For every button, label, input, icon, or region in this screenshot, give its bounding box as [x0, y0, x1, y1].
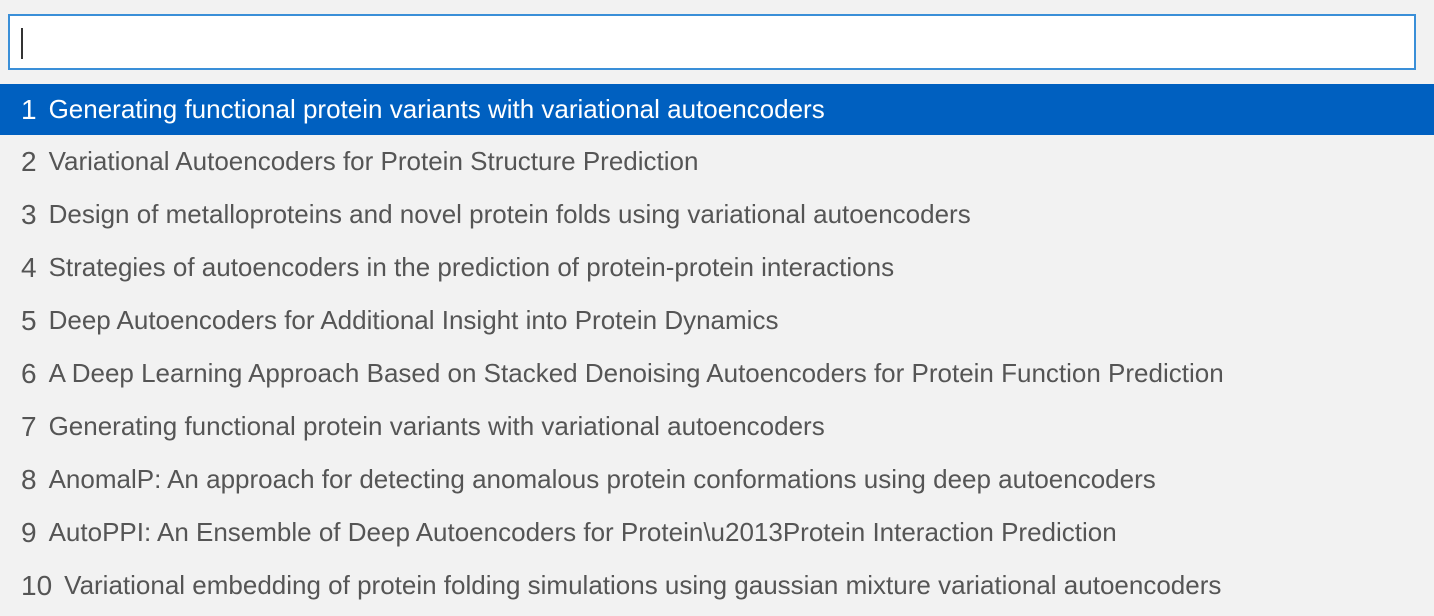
result-number: 7	[21, 410, 37, 442]
search-box[interactable]	[8, 14, 1416, 70]
result-title: Deep Autoencoders for Additional Insight…	[48, 305, 779, 335]
text-caret	[21, 28, 23, 59]
quick-pick-panel: 1 Generating functional protein variants…	[0, 0, 1434, 616]
result-number: 1	[21, 93, 37, 125]
result-title: AutoPPI: An Ensemble of Deep Autoencoder…	[48, 517, 1117, 547]
result-item[interactable]: 9 AutoPPI: An Ensemble of Deep Autoencod…	[0, 506, 1434, 559]
result-title: Generating functional protein variants w…	[48, 94, 825, 124]
result-item[interactable]: 8 AnomalP: An approach for detecting ano…	[0, 453, 1434, 506]
result-item[interactable]: 5 Deep Autoencoders for Additional Insig…	[0, 294, 1434, 347]
result-number: 4	[21, 251, 37, 283]
result-number: 3	[21, 198, 37, 230]
result-title: Strategies of autoencoders in the predic…	[48, 252, 895, 282]
results-list: 1 Generating functional protein variants…	[0, 84, 1434, 612]
result-title: AnomalP: An approach for detecting anoma…	[48, 464, 1156, 494]
result-title: A Deep Learning Approach Based on Stacke…	[48, 358, 1224, 388]
result-item[interactable]: 6 A Deep Learning Approach Based on Stac…	[0, 347, 1434, 400]
result-item[interactable]: 2 Variational Autoencoders for Protein S…	[0, 135, 1434, 188]
result-number: 2	[21, 145, 37, 177]
result-title: Variational embedding of protein folding…	[64, 570, 1222, 600]
result-number: 5	[21, 304, 37, 336]
result-title: Variational Autoencoders for Protein Str…	[48, 146, 699, 176]
result-number: 10	[21, 569, 53, 601]
result-item[interactable]: 7 Generating functional protein variants…	[0, 400, 1434, 453]
result-item[interactable]: 4 Strategies of autoencoders in the pred…	[0, 241, 1434, 294]
search-input[interactable]	[10, 16, 1414, 68]
result-number: 8	[21, 463, 37, 495]
result-item[interactable]: 3 Design of metalloproteins and novel pr…	[0, 188, 1434, 241]
result-number: 6	[21, 357, 37, 389]
result-item[interactable]: 10 Variational embedding of protein fold…	[0, 559, 1434, 612]
result-title: Generating functional protein variants w…	[48, 411, 825, 441]
result-title: Design of metalloproteins and novel prot…	[48, 199, 971, 229]
result-item[interactable]: 1 Generating functional protein variants…	[0, 84, 1434, 135]
result-number: 9	[21, 516, 37, 548]
